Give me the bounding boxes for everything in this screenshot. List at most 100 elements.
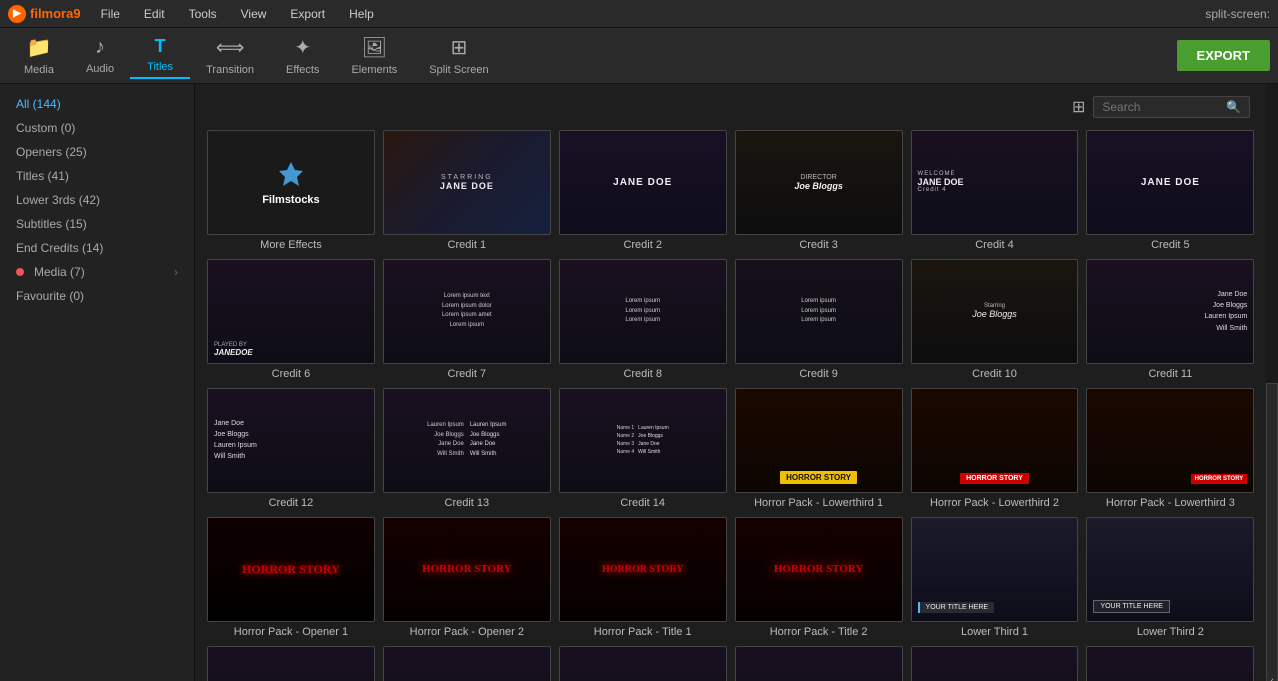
lower-third-2-thumb: YOUR TITLE HERE xyxy=(1086,517,1254,622)
sidebar-item-endcredits[interactable]: End Credits (14) xyxy=(0,236,194,260)
grid-item-credit-2[interactable]: JANE DOE Credit 2 xyxy=(559,130,727,251)
grid-view-icon[interactable]: ⊞ xyxy=(1072,97,1085,117)
item-28-thumb xyxy=(735,646,903,681)
grid-item-credit-14[interactable]: Name 1Name 2Name 3Name 4 Lauren IpsumJoe… xyxy=(559,388,727,509)
effects-icon: ✦ xyxy=(294,35,311,60)
search-box[interactable]: 🔍 xyxy=(1093,96,1250,118)
grid-item-horror-title-2[interactable]: HORROR STORY Horror Pack - Title 2 xyxy=(735,517,903,638)
sidebar-media-label: Media (7) xyxy=(34,265,85,279)
menu-help[interactable]: Help xyxy=(345,5,378,23)
credit-10-thumb: Starring Joe Bloggs xyxy=(911,259,1079,364)
horror-lower-3-thumb: HORROR STORY xyxy=(1086,388,1254,493)
grid-item-30[interactable] xyxy=(1086,646,1254,681)
grid-item-26[interactable] xyxy=(383,646,551,681)
grid-item-lower-third-2[interactable]: YOUR TITLE HERE Lower Third 2 xyxy=(1086,517,1254,638)
grid-item-horror-title-1[interactable]: HORROR STORY Horror Pack - Title 1 xyxy=(559,517,727,638)
menu-tools[interactable]: Tools xyxy=(185,5,221,23)
grid-item-29[interactable] xyxy=(911,646,1079,681)
grid-item-horror-lower-1[interactable]: HORROR STORY Horror Pack - Lowerthird 1 xyxy=(735,388,903,509)
search-icon: 🔍 xyxy=(1226,100,1241,114)
sidebar-item-openers[interactable]: Openers (25) xyxy=(0,140,194,164)
item-30-thumb xyxy=(1086,646,1254,681)
grid-item-credit-3[interactable]: DIRECTOR Joe Bloggs Credit 3 xyxy=(735,130,903,251)
search-input[interactable] xyxy=(1102,100,1222,114)
sidebar-item-favourite[interactable]: Favourite (0) xyxy=(0,284,194,308)
horror-lower-2-label: Horror Pack - Lowerthird 2 xyxy=(911,497,1079,509)
credit-8-label: Credit 8 xyxy=(559,368,727,380)
toolbar-titles-label: Titles xyxy=(147,61,173,73)
credit-14-label: Credit 14 xyxy=(559,497,727,509)
grid-item-credit-10[interactable]: Starring Joe Bloggs Credit 10 xyxy=(911,259,1079,380)
media-dot xyxy=(16,268,24,276)
more-effects-thumb: Filmstocks xyxy=(207,130,375,235)
grid-item-horror-opener-2[interactable]: HORROR STORY Horror Pack - Opener 2 xyxy=(383,517,551,638)
app-name: filmora9 xyxy=(30,6,81,21)
grid-item-credit-5[interactable]: JANE DOE Credit 5 xyxy=(1086,130,1254,251)
audio-icon: ♪ xyxy=(95,36,105,59)
credit-6-label: Credit 6 xyxy=(207,368,375,380)
toolbar-titles[interactable]: T Titles xyxy=(130,32,190,79)
toolbar-audio[interactable]: ♪ Audio xyxy=(70,32,130,79)
sidebar-titles-label: Titles (41) xyxy=(16,169,69,183)
grid-item-more-effects[interactable]: Filmstocks More Effects xyxy=(207,130,375,251)
sidebar-item-all[interactable]: All (144) xyxy=(0,92,194,116)
grid-item-credit-1[interactable]: STARRING JANE DOE Credit 1 xyxy=(383,130,551,251)
grid-item-credit-12[interactable]: Jane DoeJoe BloggsLauren IpsumWill Smith… xyxy=(207,388,375,509)
grid-item-horror-lower-2[interactable]: HORROR STORY Horror Pack - Lowerthird 2 xyxy=(911,388,1079,509)
menu-bar: ▶ filmora9 File Edit Tools View Export H… xyxy=(0,0,1278,28)
credit-10-label: Credit 10 xyxy=(911,368,1079,380)
sidebar-collapse-button[interactable]: ‹ xyxy=(1266,383,1278,681)
menu-view[interactable]: View xyxy=(237,5,271,23)
credit-14-thumb: Name 1Name 2Name 3Name 4 Lauren IpsumJoe… xyxy=(559,388,727,493)
sidebar-item-lower3rds[interactable]: Lower 3rds (42) xyxy=(0,188,194,212)
grid-item-28[interactable] xyxy=(735,646,903,681)
sidebar-openers-label: Openers (25) xyxy=(16,145,87,159)
credit-3-label: Credit 3 xyxy=(735,239,903,251)
toolbar-effects[interactable]: ✦ Effects xyxy=(270,31,335,80)
horror-lower-1-label: Horror Pack - Lowerthird 1 xyxy=(735,497,903,509)
sidebar-item-subtitles[interactable]: Subtitles (15) xyxy=(0,212,194,236)
grid-item-credit-8[interactable]: Lorem ipsumLorem ipsumLorem ipsum Credit… xyxy=(559,259,727,380)
item-25-thumb xyxy=(207,646,375,681)
grid-item-credit-6[interactable]: PLAYED BY JANEDOE Credit 6 xyxy=(207,259,375,380)
item-26-thumb xyxy=(383,646,551,681)
horror-title-1-thumb: HORROR STORY xyxy=(559,517,727,622)
toolbar-transition-label: Transition xyxy=(206,64,254,76)
sidebar-custom-label: Custom (0) xyxy=(16,121,75,135)
grid-item-horror-lower-3[interactable]: HORROR STORY Horror Pack - Lowerthird 3 xyxy=(1086,388,1254,509)
split-screen-icon: ⊞ xyxy=(451,35,468,60)
sidebar-item-custom[interactable]: Custom (0) xyxy=(0,116,194,140)
toolbar-media[interactable]: 📁 Media xyxy=(8,31,70,80)
credit-12-thumb: Jane DoeJoe BloggsLauren IpsumWill Smith xyxy=(207,388,375,493)
sidebar-item-titles[interactable]: Titles (41) xyxy=(0,164,194,188)
menu-file[interactable]: File xyxy=(97,5,124,23)
menu-edit[interactable]: Edit xyxy=(140,5,169,23)
sidebar-subtitles-label: Subtitles (15) xyxy=(16,217,87,231)
main-layout: All (144) Custom (0) Openers (25) Titles… xyxy=(0,84,1278,681)
credit-7-thumb: Lorem ipsum textLorem ipsum dolorLorem i… xyxy=(383,259,551,364)
grid-item-credit-7[interactable]: Lorem ipsum textLorem ipsum dolorLorem i… xyxy=(383,259,551,380)
credit-13-label: Credit 13 xyxy=(383,497,551,509)
credit-4-label: Credit 4 xyxy=(911,239,1079,251)
toolbar-elements-label: Elements xyxy=(351,64,397,76)
sidebar: All (144) Custom (0) Openers (25) Titles… xyxy=(0,84,195,681)
grid-item-lower-third-1[interactable]: YOUR TITLE HERE Lower Third 1 xyxy=(911,517,1079,638)
export-button[interactable]: EXPORT xyxy=(1177,40,1270,71)
grid-item-25[interactable] xyxy=(207,646,375,681)
credit-6-thumb: PLAYED BY JANEDOE xyxy=(207,259,375,364)
toolbar-elements[interactable]: 🖼 Elements xyxy=(335,31,413,80)
toolbar-split-screen[interactable]: ⊞ Split Screen xyxy=(413,31,504,80)
credit-9-thumb: Lorem ipsumLorem ipsumLorem ipsum xyxy=(735,259,903,364)
sidebar-item-media[interactable]: Media (7) › xyxy=(0,260,194,284)
grid-item-credit-9[interactable]: Lorem ipsumLorem ipsumLorem ipsum Credit… xyxy=(735,259,903,380)
horror-title-1-label: Horror Pack - Title 1 xyxy=(559,626,727,638)
grid-item-credit-11[interactable]: Jane DoeJoe BloggsLauren IpsumWill Smith… xyxy=(1086,259,1254,380)
grid-item-27[interactable] xyxy=(559,646,727,681)
toolbar-transition[interactable]: ⟺ Transition xyxy=(190,31,270,80)
credit-9-label: Credit 9 xyxy=(735,368,903,380)
sidebar-favourite-label: Favourite (0) xyxy=(16,289,84,303)
grid-item-credit-4[interactable]: WELCOME JANE DOE Credit 4 Credit 4 xyxy=(911,130,1079,251)
grid-item-credit-13[interactable]: Lauren IpsumJoe BloggsJane DoeWill Smith… xyxy=(383,388,551,509)
menu-export[interactable]: Export xyxy=(286,5,329,23)
grid-item-horror-opener-1[interactable]: HORROR STORY Horror Pack - Opener 1 xyxy=(207,517,375,638)
